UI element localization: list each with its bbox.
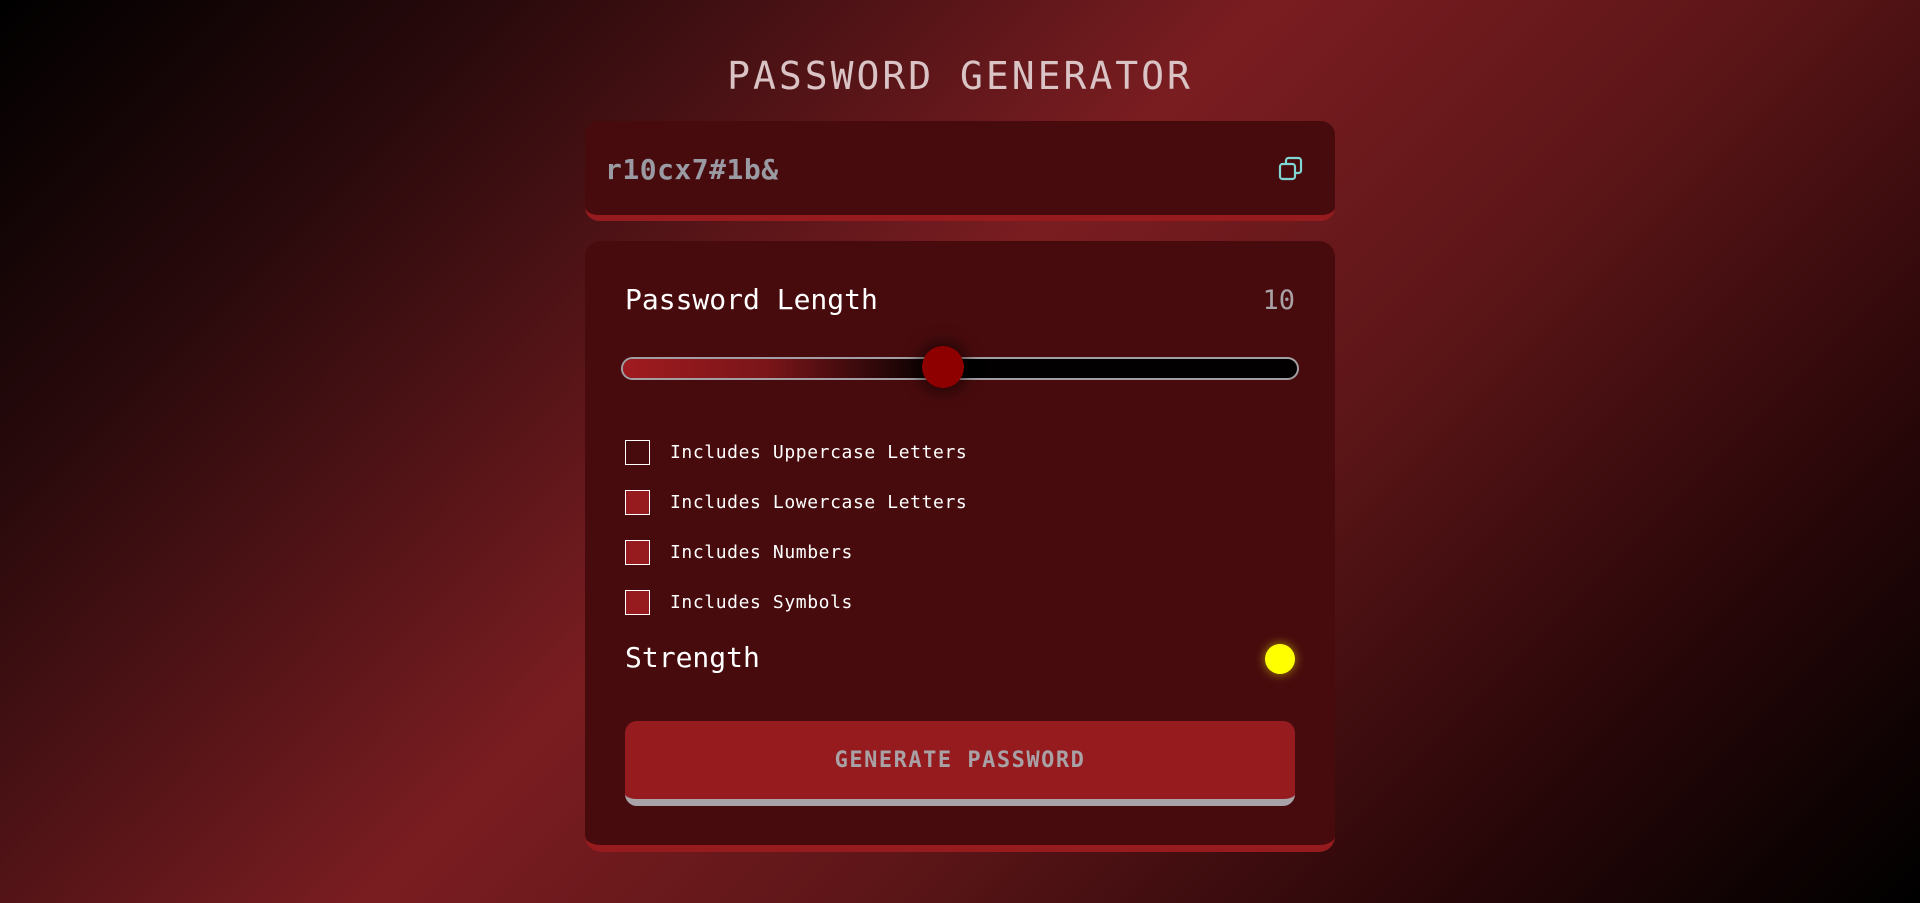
settings-panel: Password Length 10 Includes Uppercase Le… (585, 241, 1335, 852)
password-display: r10cx7#1b& (585, 121, 1335, 221)
password-length-value: 10 (1262, 285, 1295, 316)
page-title: PASSWORD GENERATOR (727, 54, 1193, 98)
checkbox-numbers[interactable] (625, 539, 650, 565)
strength-label: Strength (625, 641, 760, 674)
option-lowercase-label: Includes Lowercase Letters (670, 491, 968, 513)
option-numbers[interactable]: Includes Numbers (625, 527, 967, 577)
password-length-label: Password Length (625, 283, 878, 316)
length-slider-fill (623, 359, 944, 378)
option-uppercase-label: Includes Uppercase Letters (670, 441, 968, 463)
checkbox-lowercase[interactable] (625, 489, 650, 515)
option-numbers-label: Includes Numbers (670, 541, 853, 563)
option-symbols[interactable]: Includes Symbols (625, 577, 967, 627)
password-output: r10cx7#1b& (605, 153, 779, 186)
strength-indicator (1265, 644, 1295, 674)
copy-icon[interactable] (1277, 155, 1305, 183)
option-uppercase[interactable]: Includes Uppercase Letters (625, 427, 967, 477)
length-slider-thumb[interactable] (922, 346, 965, 388)
generate-password-button[interactable]: GENERATE PASSWORD (625, 721, 1295, 806)
option-lowercase[interactable]: Includes Lowercase Letters (625, 477, 967, 527)
checkbox-symbols[interactable] (625, 589, 650, 615)
options-list: Includes Uppercase Letters Includes Lowe… (625, 427, 967, 627)
option-symbols-label: Includes Symbols (670, 591, 853, 613)
checkbox-uppercase[interactable] (625, 439, 650, 465)
